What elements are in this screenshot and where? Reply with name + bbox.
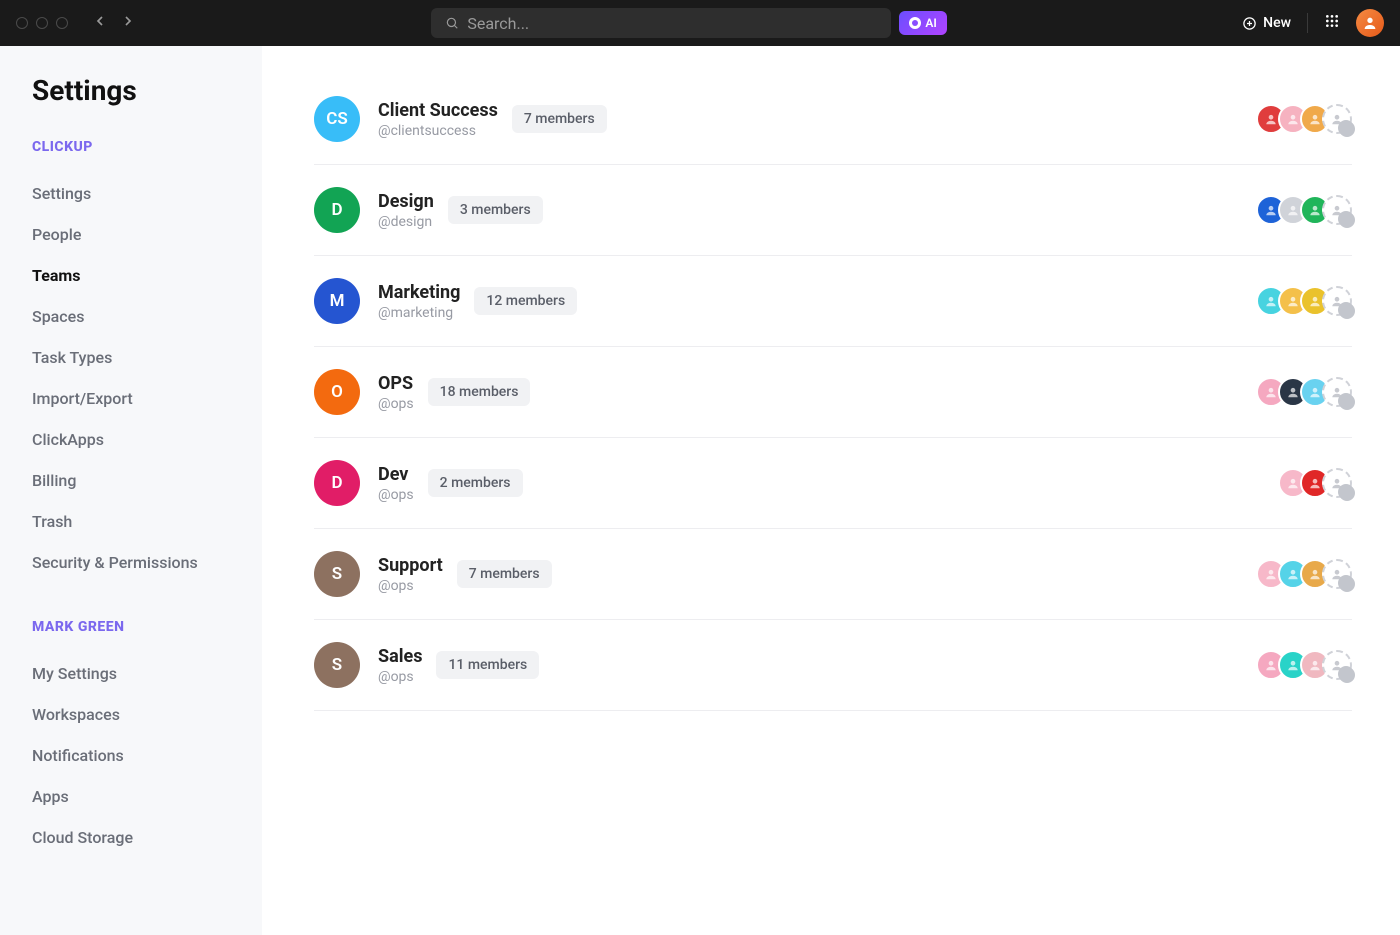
team-handle: @design <box>378 214 434 230</box>
sidebar-item-security-permissions[interactable]: Security & Permissions <box>32 542 262 583</box>
sidebar-item-notifications[interactable]: Notifications <box>32 735 262 776</box>
add-member-button[interactable] <box>1322 650 1352 680</box>
team-row[interactable]: S Sales @ops 11 members <box>314 620 1352 711</box>
plus-icon <box>1339 303 1355 319</box>
titlebar: Search... AI New <box>0 0 1400 46</box>
members-count-badge: 12 members <box>474 287 577 315</box>
team-avatar: D <box>314 460 360 506</box>
sidebar-item-task-types[interactable]: Task Types <box>32 337 262 378</box>
sidebar-item-people[interactable]: People <box>32 214 262 255</box>
member-avatars <box>1256 286 1352 316</box>
new-button[interactable]: New <box>1242 15 1291 31</box>
team-name: Marketing <box>378 282 460 303</box>
team-avatar: CS <box>314 96 360 142</box>
window-controls <box>16 17 68 29</box>
plus-icon <box>1339 212 1355 228</box>
member-avatars <box>1256 104 1352 134</box>
section-header: MARK GREEN <box>32 619 262 635</box>
minimize-window-icon[interactable] <box>36 17 48 29</box>
sidebar-item-trash[interactable]: Trash <box>32 501 262 542</box>
sidebar-item-teams[interactable]: Teams <box>32 255 262 296</box>
members-count-badge: 18 members <box>428 378 531 406</box>
member-avatars <box>1256 559 1352 589</box>
sidebar-item-clickapps[interactable]: ClickApps <box>32 419 262 460</box>
team-avatar: M <box>314 278 360 324</box>
members-count-badge: 3 members <box>448 196 543 224</box>
team-avatar: S <box>314 551 360 597</box>
team-row[interactable]: O OPS @ops 18 members <box>314 347 1352 438</box>
team-name: Dev <box>378 464 414 485</box>
apps-grid-button[interactable] <box>1324 13 1340 33</box>
maximize-window-icon[interactable] <box>56 17 68 29</box>
add-member-button[interactable] <box>1322 286 1352 316</box>
members-count-badge: 11 members <box>436 651 539 679</box>
ai-icon <box>909 17 921 29</box>
team-name: Sales <box>378 646 422 667</box>
team-handle: @ops <box>378 396 414 412</box>
plus-icon <box>1339 667 1355 683</box>
team-row[interactable]: D Design @design 3 members <box>314 165 1352 256</box>
plus-icon <box>1339 121 1355 137</box>
team-row[interactable]: CS Client Success @clientsuccess 7 members <box>314 86 1352 165</box>
sidebar-item-workspaces[interactable]: Workspaces <box>32 694 262 735</box>
sidebar-item-settings[interactable]: Settings <box>32 173 262 214</box>
search-input[interactable]: Search... <box>431 8 891 38</box>
team-handle: @clientsuccess <box>378 123 498 139</box>
add-member-button[interactable] <box>1322 559 1352 589</box>
team-row[interactable]: M Marketing @marketing 12 members <box>314 256 1352 347</box>
sidebar-item-spaces[interactable]: Spaces <box>32 296 262 337</box>
team-name: Design <box>378 191 434 212</box>
search-placeholder: Search... <box>467 14 529 33</box>
sidebar-item-billing[interactable]: Billing <box>32 460 262 501</box>
team-avatar: D <box>314 187 360 233</box>
add-member-button[interactable] <box>1322 468 1352 498</box>
close-window-icon[interactable] <box>16 17 28 29</box>
sidebar-item-import-export[interactable]: Import/Export <box>32 378 262 419</box>
ai-button[interactable]: AI <box>899 11 946 35</box>
team-avatar: S <box>314 642 360 688</box>
team-handle: @marketing <box>378 305 460 321</box>
user-avatar[interactable] <box>1356 9 1384 37</box>
add-member-button[interactable] <box>1322 377 1352 407</box>
nav-arrows <box>92 13 136 33</box>
plus-icon <box>1339 576 1355 592</box>
plus-icon <box>1339 394 1355 410</box>
team-row[interactable]: S Support @ops 7 members <box>314 529 1352 620</box>
sidebar: Settings CLICKUPSettingsPeopleTeamsSpace… <box>0 46 262 935</box>
add-member-button[interactable] <box>1322 195 1352 225</box>
divider <box>1307 13 1308 33</box>
forward-button[interactable] <box>120 13 136 33</box>
sidebar-item-cloud-storage[interactable]: Cloud Storage <box>32 817 262 858</box>
member-avatars <box>1256 195 1352 225</box>
new-label: New <box>1263 15 1291 31</box>
member-avatars <box>1256 650 1352 680</box>
team-name: OPS <box>378 373 414 394</box>
member-avatars <box>1256 377 1352 407</box>
member-avatars <box>1278 468 1352 498</box>
page-title: Settings <box>32 74 262 107</box>
team-row[interactable]: D Dev @ops 2 members <box>314 438 1352 529</box>
back-button[interactable] <box>92 13 108 33</box>
search-icon <box>445 16 459 30</box>
team-name: Client Success <box>378 100 498 121</box>
team-name: Support <box>378 555 443 576</box>
add-member-button[interactable] <box>1322 104 1352 134</box>
plus-circle-icon <box>1242 16 1257 31</box>
team-handle: @ops <box>378 487 414 503</box>
members-count-badge: 7 members <box>512 105 607 133</box>
section-header: CLICKUP <box>32 139 262 155</box>
ai-label: AI <box>925 16 936 30</box>
teams-list: CS Client Success @clientsuccess 7 members D… <box>262 46 1400 935</box>
sidebar-item-apps[interactable]: Apps <box>32 776 262 817</box>
team-handle: @ops <box>378 578 443 594</box>
members-count-badge: 7 members <box>457 560 552 588</box>
team-avatar: O <box>314 369 360 415</box>
members-count-badge: 2 members <box>428 469 523 497</box>
sidebar-item-my-settings[interactable]: My Settings <box>32 653 262 694</box>
plus-icon <box>1339 485 1355 501</box>
team-handle: @ops <box>378 669 422 685</box>
